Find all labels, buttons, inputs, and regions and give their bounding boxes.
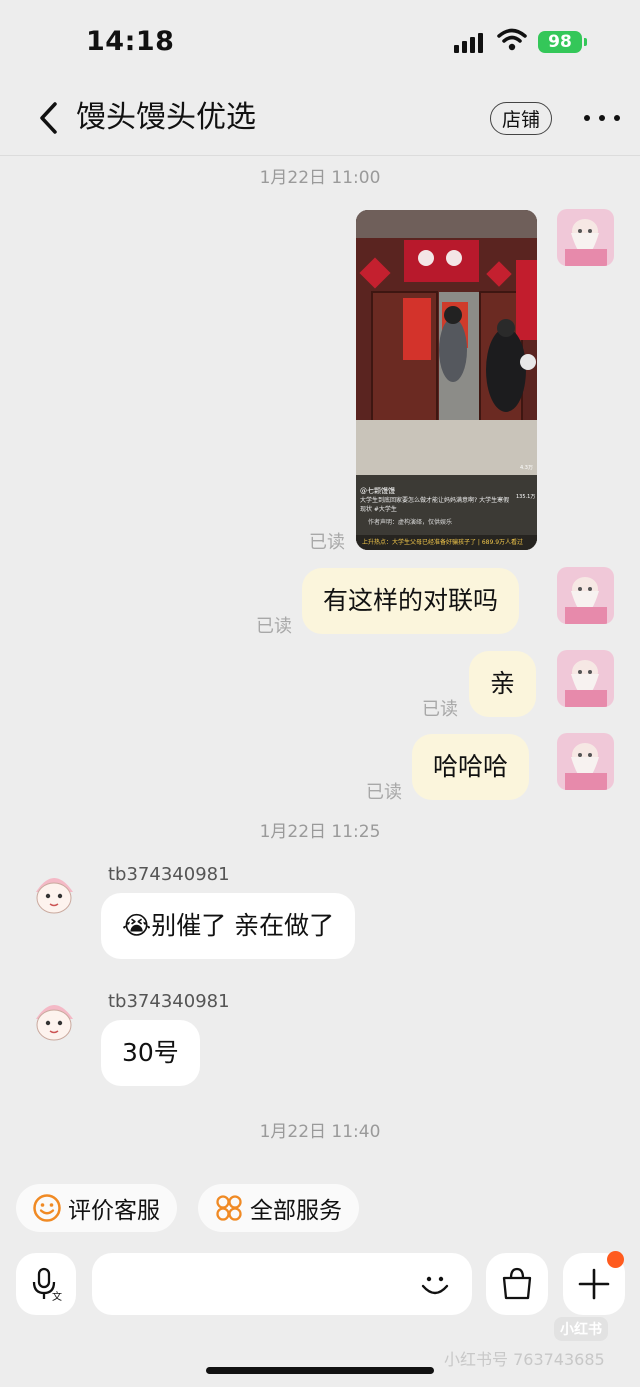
video-disclaimer: 作者声明：虚构演绎，仅供娱乐	[368, 519, 453, 526]
wizard-avatar-icon	[557, 733, 614, 790]
message-timestamp: 1月22日 11:40	[259, 1122, 381, 1142]
watermark-text: 小红书号 763743685	[444, 1350, 605, 1369]
read-receipt: 已读	[422, 699, 458, 720]
wifi-icon	[497, 28, 527, 51]
read-receipt: 已读	[256, 616, 292, 637]
sender-name: tb374340981	[108, 864, 230, 885]
status-bar: 14:18 98	[0, 0, 640, 80]
video-like-count: 4.3万	[520, 465, 533, 471]
cartoon-avatar-icon	[26, 993, 83, 1050]
my-message-bubble: 有这样的对联吗	[302, 568, 520, 634]
my-avatar[interactable]	[557, 209, 614, 266]
sender-name: tb374340981	[108, 991, 230, 1012]
my-avatar[interactable]	[557, 733, 614, 790]
nav-bar: 馒头馒头优选 店铺	[0, 80, 640, 156]
image-message[interactable]: @七颗馒馒 大学生到底回家要怎么做才能让妈妈满意啊? 大学生寒假现状 #大学生 …	[356, 210, 537, 550]
smiley-icon	[33, 1194, 61, 1222]
grid-services-icon	[216, 1195, 242, 1221]
more-dot-icon	[614, 115, 620, 121]
wizard-avatar-icon	[557, 209, 614, 266]
merchant-avatar[interactable]	[26, 866, 83, 923]
shopping-bag-icon	[502, 1267, 532, 1300]
back-button[interactable]	[30, 98, 66, 138]
video-account: @七颗馒馒	[360, 487, 395, 495]
merchant-message-bubble: 😭别催了 亲在做了	[101, 893, 356, 959]
my-avatar[interactable]	[557, 650, 614, 707]
merchant-message-bubble: 30号	[101, 1020, 200, 1086]
notification-dot	[607, 1251, 624, 1268]
signal-icon	[454, 33, 483, 53]
store-button[interactable]: 店铺	[490, 102, 552, 135]
svg-text:文: 文	[52, 1290, 62, 1302]
video-hot-bar: 上升热点：大学生父母已经准备好骗孩子了 | 689.9万人看过	[362, 539, 524, 546]
all-services-label: 全部服务	[250, 1198, 342, 1224]
rate-service-label: 评价客服	[68, 1198, 160, 1224]
more-options-button[interactable]	[584, 102, 620, 134]
all-services-button[interactable]: 全部服务	[198, 1184, 359, 1232]
wizard-avatar-icon	[557, 567, 614, 624]
more-dot-icon	[584, 115, 590, 121]
my-avatar[interactable]	[557, 567, 614, 624]
plus-icon	[578, 1268, 610, 1300]
read-receipt: 已读	[366, 782, 402, 803]
chevron-left-icon	[40, 102, 57, 134]
video-caption: 大学生到底回家要怎么做才能让妈妈满意啊? 大学生寒假现状 #大学生	[360, 497, 510, 513]
watermark-logo: 小红书	[554, 1317, 608, 1341]
more-dot-icon	[599, 115, 605, 121]
message-timestamp: 1月22日 11:25	[259, 822, 381, 842]
video-share-count: 135.1万	[516, 494, 536, 500]
smile-face-icon	[421, 1276, 449, 1295]
rate-service-button[interactable]: 评价客服	[16, 1184, 177, 1232]
voice-input-button[interactable]: 文	[16, 1253, 76, 1315]
shopping-bag-button[interactable]	[486, 1253, 548, 1315]
home-indicator[interactable]	[206, 1367, 434, 1374]
page-title: 馒头馒头优选	[76, 100, 256, 135]
merchant-avatar[interactable]	[26, 993, 83, 1050]
message-timestamp: 1月22日 11:00	[259, 168, 381, 188]
status-time: 14:18	[86, 26, 175, 57]
read-receipt: 已读	[309, 532, 345, 553]
wizard-avatar-icon	[557, 650, 614, 707]
microphone-icon: 文	[32, 1267, 62, 1302]
battery-icon: 98	[538, 31, 587, 53]
cartoon-avatar-icon	[26, 866, 83, 923]
my-message-bubble: 哈哈哈	[412, 734, 530, 800]
emoji-button[interactable]	[412, 1253, 458, 1315]
my-message-bubble: 亲	[469, 651, 537, 717]
